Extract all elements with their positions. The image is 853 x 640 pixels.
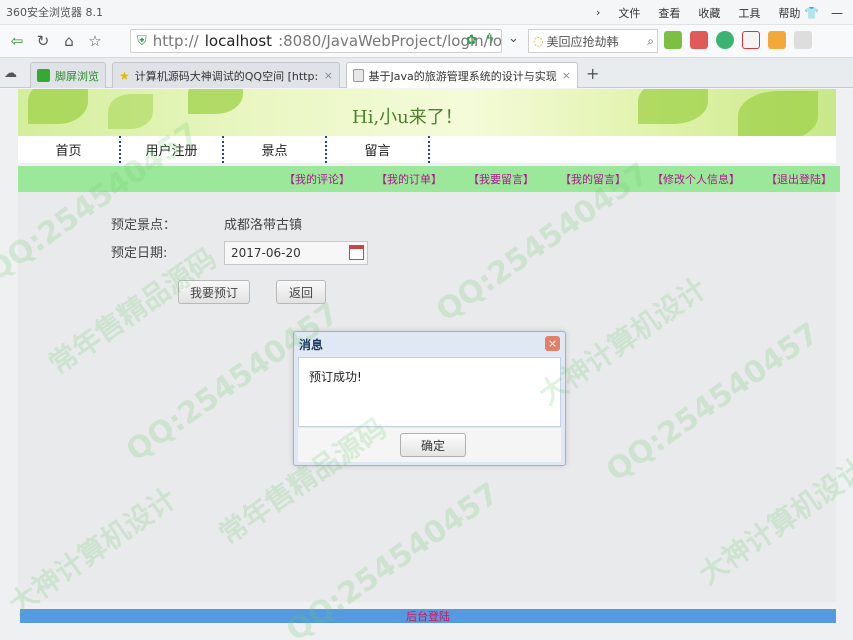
- tab-label: 脚屏浏览: [55, 69, 99, 83]
- dialog-footer: 确定: [298, 428, 561, 462]
- star-icon[interactable]: ☆: [82, 28, 108, 54]
- tab-label: 基于Java的旅游管理系统的设计与实现: [368, 69, 557, 83]
- window-controls: 👕 —: [804, 0, 853, 25]
- phone-icon: [37, 69, 50, 82]
- calendar-icon[interactable]: [349, 245, 364, 260]
- link-my-orders[interactable]: 【我的订单】: [376, 171, 442, 187]
- browser-menu-bar: › 文件 查看 收藏 工具 帮助: [596, 0, 800, 25]
- footer-bar: 后台登陆: [20, 609, 836, 623]
- admin-login-link[interactable]: 后台登陆: [406, 608, 450, 624]
- leaf-decoration: [638, 89, 708, 124]
- date-label: 预定日期:: [111, 246, 168, 261]
- message-dialog: 消息 × 预订成功! 确定: [293, 331, 566, 466]
- nav-messages[interactable]: 留言: [327, 136, 430, 163]
- spot-value: 成都洛带古镇: [224, 218, 303, 233]
- close-icon[interactable]: ×: [324, 69, 333, 82]
- close-icon[interactable]: ×: [562, 69, 571, 82]
- more-icon[interactable]: [794, 31, 812, 49]
- link-my-messages[interactable]: 【我的留言】: [560, 171, 626, 187]
- address-prefix: http://: [152, 32, 199, 50]
- user-sub-nav: 【我的评论】 【我的订单】 【我要留言】 【我的留言】 【修改个人信息】 【退出…: [18, 166, 840, 192]
- star-icon: ★: [119, 68, 130, 83]
- link-edit-profile[interactable]: 【修改个人信息】: [652, 171, 740, 187]
- menu-tools[interactable]: 工具: [738, 5, 760, 21]
- date-value: 2017-06-20: [231, 246, 301, 260]
- refresh-icon[interactable]: ↻: [30, 28, 56, 54]
- leaf-decoration: [738, 91, 818, 136]
- nav-home[interactable]: 首页: [18, 136, 121, 163]
- menu-help[interactable]: 帮助: [778, 5, 800, 21]
- link-my-comments[interactable]: 【我的评论】: [284, 171, 350, 187]
- shield-icon: ⛨: [137, 33, 147, 49]
- speed-mode-icon[interactable]: ϟ: [486, 32, 495, 47]
- search-placeholder: 美回应抢劫韩: [546, 34, 619, 49]
- menu-file[interactable]: 文件: [618, 5, 640, 21]
- close-icon[interactable]: ×: [545, 336, 560, 351]
- link-logout[interactable]: 【退出登陆】: [766, 171, 832, 187]
- back-arrow-icon[interactable]: ⇦: [4, 28, 30, 54]
- address-host: localhost: [204, 32, 273, 50]
- new-tab-button[interactable]: +: [586, 64, 599, 83]
- browser-nav-bar: ⇦ ↻ ⌂ ☆ ⛨ http://localhost:8080/JavaWebP…: [0, 25, 853, 58]
- site-banner: Hi,小u来了！: [18, 89, 836, 136]
- minimize-icon[interactable]: —: [831, 6, 843, 20]
- browser-app-title: 360安全浏览器 8.1: [6, 6, 103, 19]
- compat-mode-icon[interactable]: ✿: [466, 33, 477, 48]
- tab-label: 计算机源码大神调试的QQ空间 [http:: [134, 69, 319, 83]
- tab-split-screen[interactable]: 脚屏浏览: [30, 62, 106, 88]
- date-input[interactable]: 2017-06-20: [224, 241, 368, 265]
- page-icon: [353, 69, 364, 82]
- menu-view[interactable]: 查看: [658, 5, 680, 21]
- translate-icon[interactable]: [742, 31, 760, 49]
- spot-label: 预定景点：: [111, 218, 177, 233]
- link-leave-message[interactable]: 【我要留言】: [468, 171, 534, 187]
- search-engine-icon: ◌: [533, 34, 544, 48]
- book-button[interactable]: 我要预订: [178, 280, 250, 304]
- tab-qq-space[interactable]: ★ 计算机源码大神调试的QQ空间 [http: ×: [112, 62, 340, 88]
- main-nav: 首页 用户注册 景点 留言: [18, 136, 836, 163]
- dialog-title: 消息: [299, 337, 324, 352]
- back-button[interactable]: 返回: [276, 280, 326, 304]
- shirt-icon[interactable]: 👕: [804, 6, 819, 20]
- dialog-message: 预订成功!: [309, 370, 362, 384]
- browser-title-bar: 360安全浏览器 8.1 › 文件 查看 收藏 工具 帮助 👕 —: [0, 0, 853, 25]
- extension-icons: [664, 31, 812, 49]
- greeting-text: Hi,小u来了！: [352, 107, 463, 128]
- tab-travel-system[interactable]: 基于Java的旅游管理系统的设计与实现 ×: [346, 62, 578, 88]
- nav-register[interactable]: 用户注册: [121, 136, 224, 163]
- menu-caret-icon[interactable]: ›: [596, 6, 600, 19]
- apps-icon[interactable]: [664, 31, 682, 49]
- security-icon[interactable]: [716, 31, 734, 49]
- game-icon[interactable]: [768, 31, 786, 49]
- leaf-decoration: [188, 89, 243, 114]
- ok-button[interactable]: 确定: [400, 433, 466, 457]
- screenshot-icon[interactable]: [690, 31, 708, 49]
- dialog-body: 预订成功!: [298, 357, 561, 427]
- menu-favorites[interactable]: 收藏: [698, 5, 720, 21]
- address-bar[interactable]: ⛨ http://localhost:8080/JavaWebProject/l…: [130, 29, 502, 53]
- chevron-down-icon[interactable]: ⌄: [508, 31, 519, 46]
- search-input[interactable]: ◌ 美回应抢劫韩 ⌕: [528, 29, 658, 53]
- leaf-decoration: [108, 94, 153, 129]
- leaf-decoration: [28, 89, 88, 124]
- search-icon[interactable]: ⌕: [647, 34, 654, 49]
- tab-bar: ☁ 脚屏浏览 ★ 计算机源码大神调试的QQ空间 [http: × 基于Java的…: [0, 58, 853, 88]
- nav-attractions[interactable]: 景点: [224, 136, 327, 163]
- cloud-icon[interactable]: ☁: [4, 66, 17, 81]
- home-icon[interactable]: ⌂: [56, 28, 82, 54]
